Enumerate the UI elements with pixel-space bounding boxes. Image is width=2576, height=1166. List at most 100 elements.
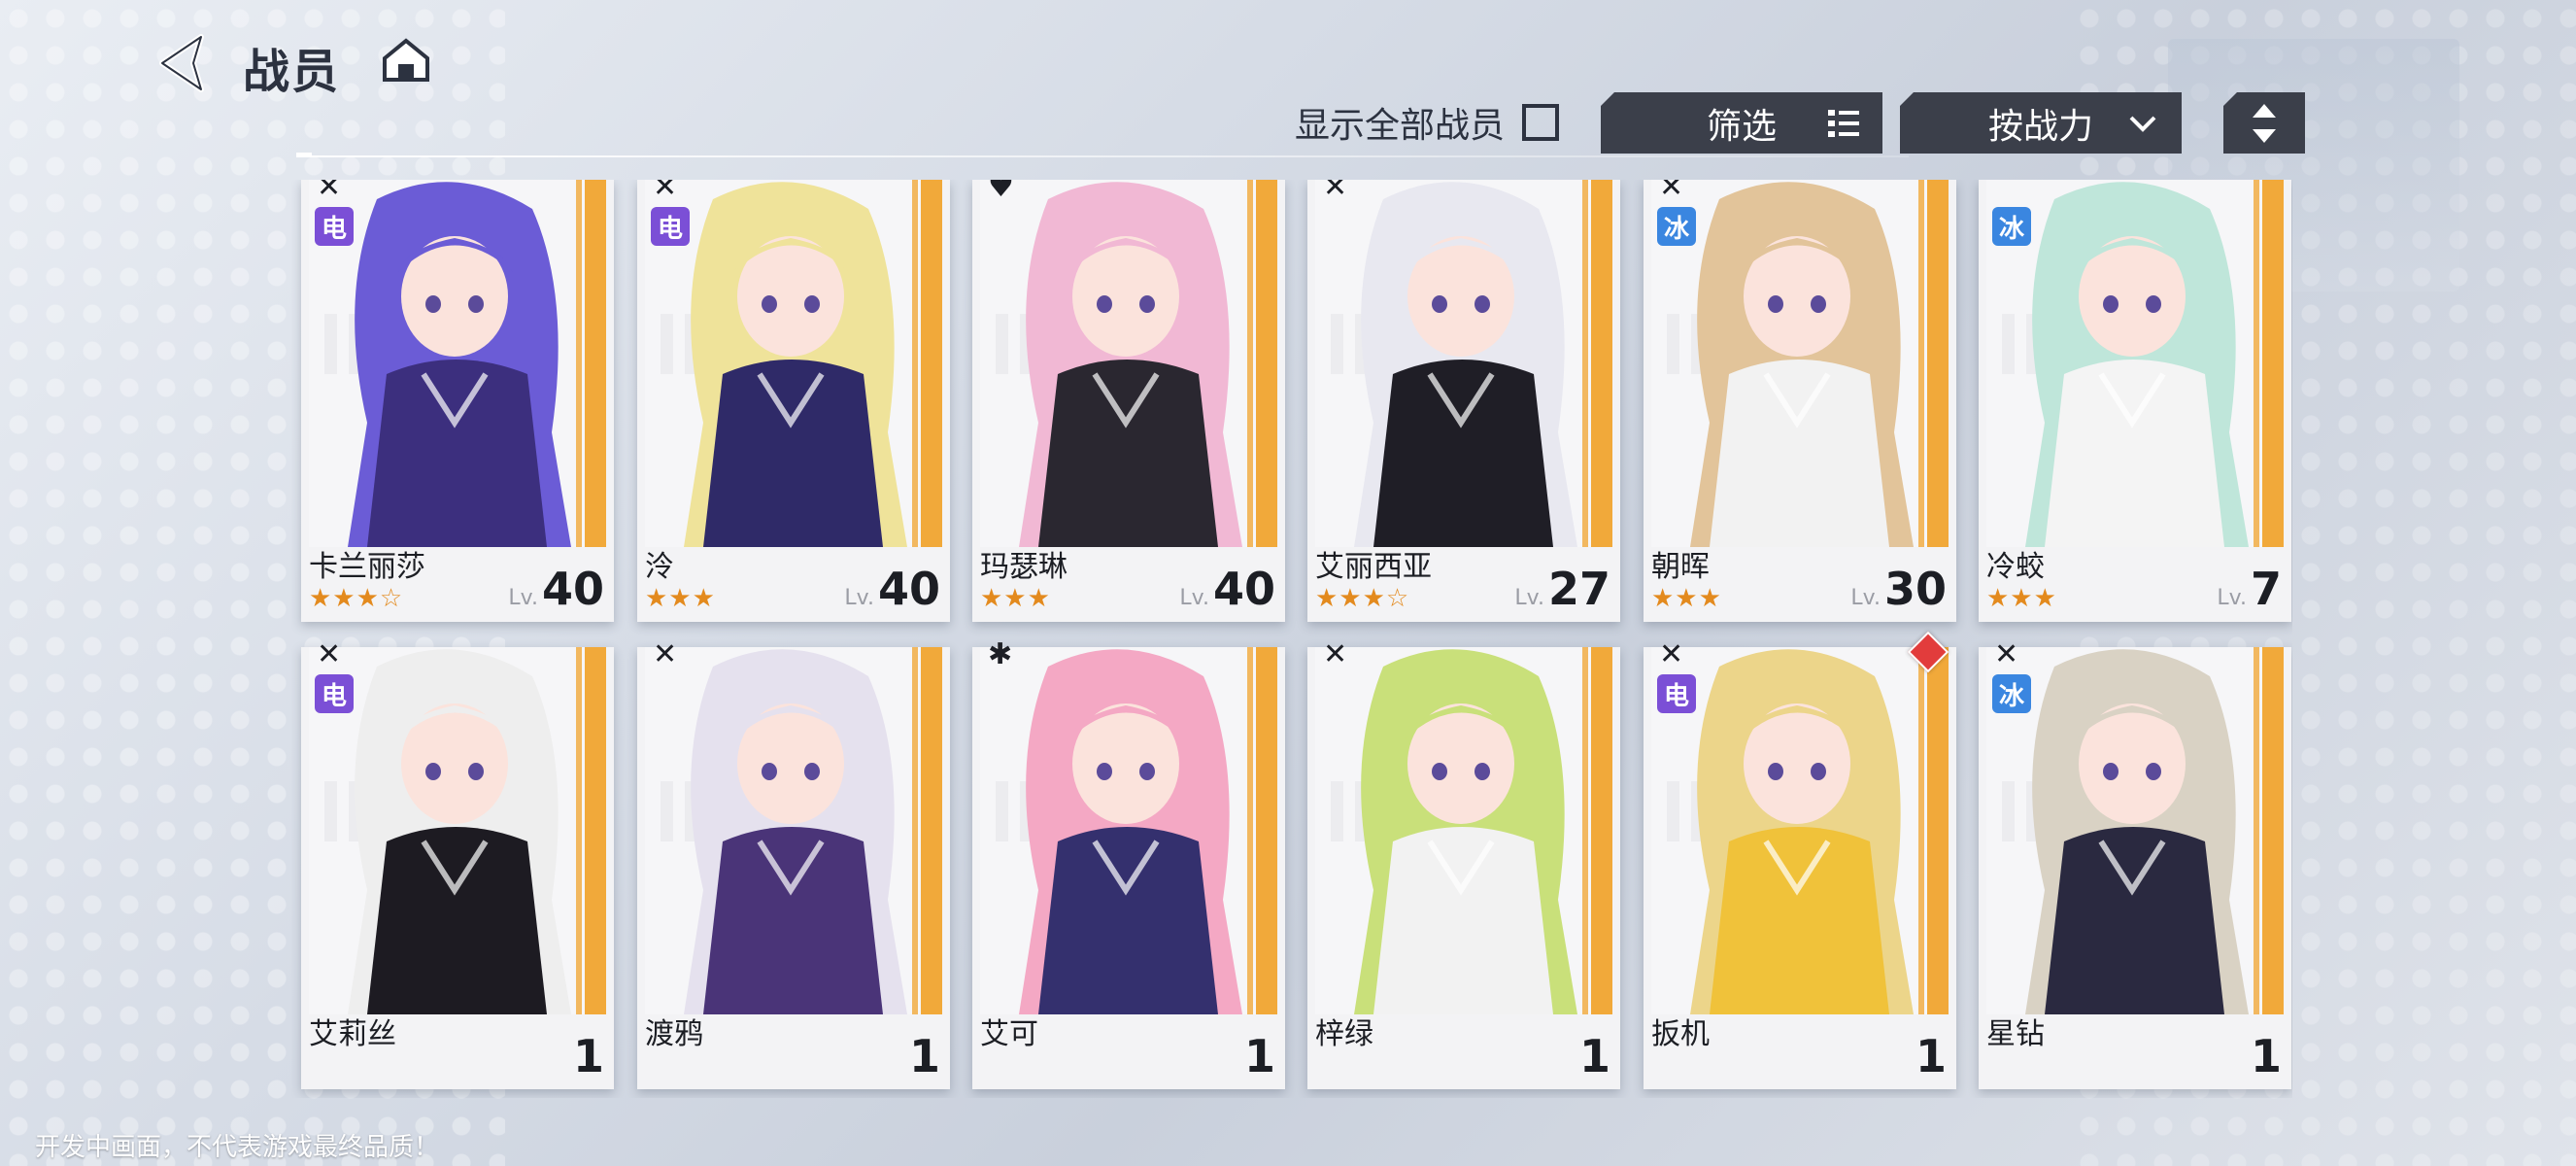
character-name: 渡鸦 bbox=[645, 1017, 703, 1051]
filter-button[interactable]: 筛选 bbox=[1601, 92, 1882, 154]
character-name: 玛瑟琳 bbox=[980, 550, 1068, 584]
star-rating: ★★★ bbox=[1986, 584, 2057, 613]
show-all-checkbox[interactable] bbox=[1522, 104, 1560, 141]
character-name: 卡兰丽莎 bbox=[309, 550, 425, 584]
filter-list-icon bbox=[1828, 110, 1859, 137]
character-card[interactable]: IN✱ 艾可 1 bbox=[972, 640, 1285, 1089]
level-number: 1 bbox=[2250, 1030, 2282, 1082]
character-card[interactable]: IN✕冰星钻1 bbox=[1979, 640, 2291, 1089]
level-prefix: Lv. bbox=[1179, 586, 1209, 610]
rarity-stripe bbox=[585, 180, 606, 547]
character-name: 扳机 bbox=[1651, 1017, 1710, 1051]
character-card[interactable]: IN♥ 玛瑟琳★★★ Lv.40 bbox=[972, 180, 1285, 622]
class-icon: ✕ bbox=[1323, 180, 1348, 204]
character-level: Lv. 40 bbox=[844, 565, 940, 613]
sort-order-icon bbox=[2253, 103, 2276, 143]
star-rating: ★★★☆ bbox=[1315, 584, 1410, 613]
character-level: Lv. 7 bbox=[2217, 565, 2282, 613]
show-all-label: 显示全部战员 bbox=[1295, 106, 1506, 146]
character-name: 艾丽西亚 bbox=[1315, 550, 1432, 584]
level-number: 40 bbox=[541, 563, 604, 615]
rarity-stripe-thin bbox=[912, 647, 918, 1014]
filter-label: 筛选 bbox=[1706, 106, 1777, 147]
back-button[interactable] bbox=[151, 29, 219, 97]
character-level: Lv. 30 bbox=[1850, 565, 1947, 613]
class-icon: ✕ bbox=[317, 637, 342, 671]
back-arrow-icon bbox=[159, 34, 204, 92]
chevron-down-icon bbox=[2129, 116, 2156, 132]
star-rating: ★★★ bbox=[645, 584, 716, 613]
character-grid[interactable]: IN✕电卡兰丽莎★★★☆Lv.40IN✕电泠★★★Lv.40IN♥玛瑟琳★★★L… bbox=[291, 180, 2292, 1098]
star-rating: ★★★ bbox=[980, 584, 1051, 613]
level-number: 40 bbox=[1212, 563, 1275, 615]
rarity-stripe-thin bbox=[1918, 647, 1924, 1014]
rarity-stripe bbox=[921, 647, 942, 1014]
character-portrait: IN bbox=[1315, 180, 1612, 547]
character-card[interactable]: IN✕电卡兰丽莎★★★☆Lv.40 bbox=[301, 180, 614, 622]
rarity-stripe-thin bbox=[1247, 647, 1253, 1014]
class-icon: ♥ bbox=[988, 180, 1014, 204]
character-name: 冷蛟 bbox=[1986, 550, 2045, 584]
rarity-stripe-thin bbox=[1582, 647, 1588, 1014]
level-number: 27 bbox=[1547, 563, 1610, 615]
rarity-stripe bbox=[585, 647, 606, 1014]
rarity-stripe bbox=[1927, 180, 1949, 547]
character-level: 1 bbox=[1579, 1032, 1610, 1080]
character-card[interactable]: IN✕ 艾丽西亚★★★☆ Lv.27 bbox=[1307, 180, 1620, 622]
sort-dropdown[interactable]: 按战力 bbox=[1900, 92, 2182, 154]
class-icon: ✕ bbox=[317, 180, 342, 204]
character-level: Lv. 27 bbox=[1514, 565, 1610, 613]
character-name: 艾莉丝 bbox=[309, 1017, 396, 1051]
class-icon: ✕ bbox=[653, 180, 678, 204]
character-portrait: IN bbox=[980, 647, 1277, 1014]
level-number: 7 bbox=[2250, 563, 2282, 615]
electric-element-badge: 电 bbox=[651, 207, 690, 246]
level-number: 40 bbox=[877, 563, 940, 615]
sort-order-button[interactable] bbox=[2223, 92, 2305, 154]
home-icon bbox=[383, 38, 429, 82]
character-portrait: IN bbox=[980, 180, 1277, 547]
electric-element-badge: 电 bbox=[315, 207, 354, 246]
rarity-stripe bbox=[1256, 647, 1277, 1014]
rarity-stripe-thin bbox=[912, 180, 918, 547]
character-name: 星钻 bbox=[1986, 1017, 2045, 1051]
level-number: 1 bbox=[1243, 1030, 1275, 1082]
rarity-stripe bbox=[2262, 180, 2284, 547]
character-level: 1 bbox=[1244, 1032, 1275, 1080]
character-level: 1 bbox=[573, 1032, 604, 1080]
character-card[interactable]: IN✕冰朝晖★★★Lv.30 bbox=[1644, 180, 1956, 622]
class-icon: ✕ bbox=[1323, 637, 1348, 671]
character-card[interactable]: IN冰冷蛟★★★Lv.7 bbox=[1979, 180, 2291, 622]
character-portrait: IN bbox=[1315, 647, 1612, 1014]
rarity-stripe-thin bbox=[576, 647, 582, 1014]
character-portrait: IN bbox=[645, 647, 942, 1014]
rarity-stripe bbox=[1256, 180, 1277, 547]
rarity-stripe bbox=[1927, 647, 1949, 1014]
sort-label: 按战力 bbox=[1987, 106, 2093, 147]
character-level: Lv. 40 bbox=[508, 565, 604, 613]
character-card[interactable]: IN✕电扳机1 bbox=[1644, 631, 1956, 1089]
star-rating: ★★★☆ bbox=[309, 584, 404, 613]
class-icon: ✕ bbox=[1659, 180, 1684, 204]
star-rating: ★★★ bbox=[1651, 584, 1722, 613]
class-icon: ✕ bbox=[653, 637, 678, 671]
character-level: 1 bbox=[909, 1032, 940, 1080]
character-level: 1 bbox=[2251, 1032, 2282, 1080]
ice-element-badge: 冰 bbox=[1992, 207, 2031, 246]
page-title: 战员 bbox=[243, 45, 341, 99]
level-number: 1 bbox=[572, 1030, 604, 1082]
electric-element-badge: 电 bbox=[1657, 674, 1696, 713]
rarity-stripe bbox=[1591, 180, 1612, 547]
character-card[interactable]: IN✕电艾莉丝1 bbox=[301, 640, 614, 1089]
character-card[interactable]: IN✕ 梓绿 1 bbox=[1307, 640, 1620, 1089]
rarity-stripe bbox=[921, 180, 942, 547]
rarity-stripe-thin bbox=[2254, 647, 2259, 1014]
level-prefix: Lv. bbox=[1514, 586, 1544, 610]
character-card[interactable]: IN✕ 渡鸦 1 bbox=[637, 640, 950, 1089]
level-number: 1 bbox=[1578, 1030, 1610, 1082]
show-all-toggle[interactable]: 显示全部战员 bbox=[1295, 97, 1560, 148]
toolbar-divider bbox=[296, 155, 1909, 157]
character-card[interactable]: IN✕电泠★★★Lv.40 bbox=[637, 180, 950, 622]
home-button[interactable] bbox=[379, 33, 433, 87]
level-prefix: Lv. bbox=[844, 586, 874, 610]
